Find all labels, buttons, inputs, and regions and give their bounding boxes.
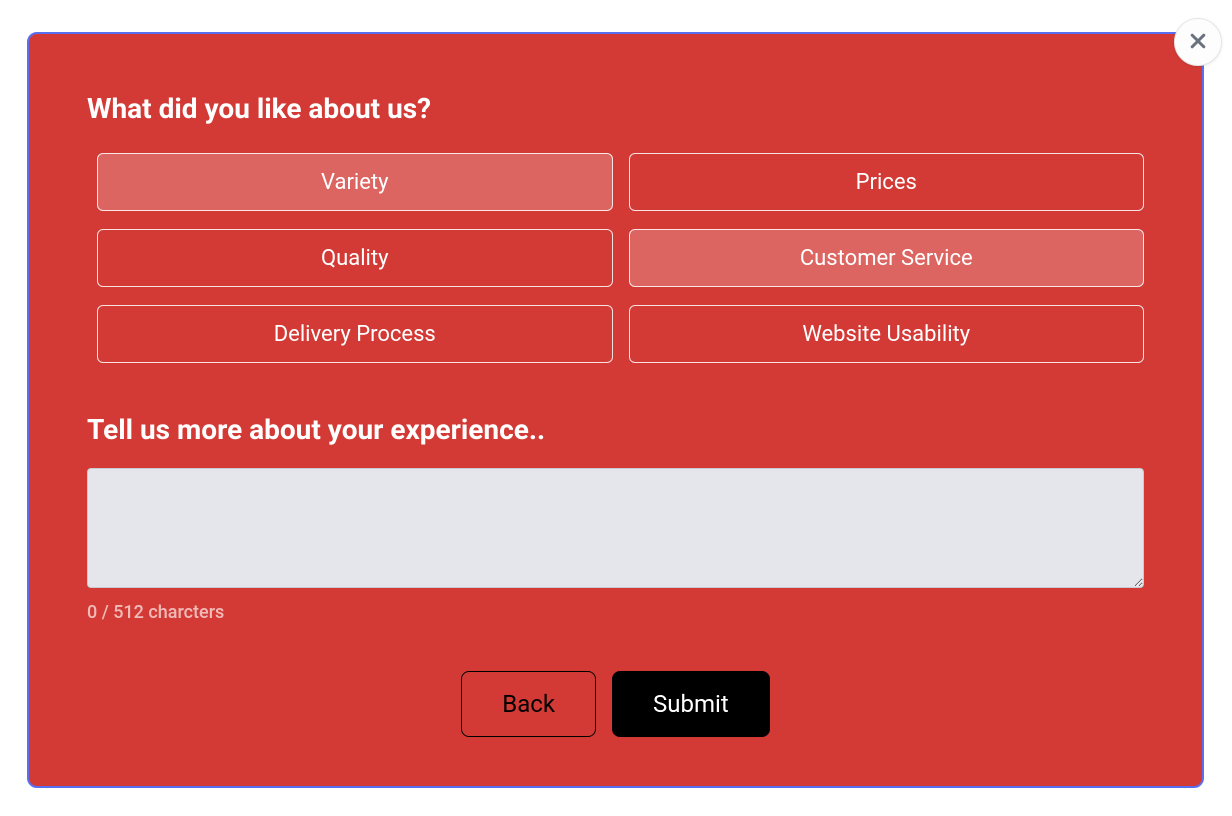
options-grid: Variety Prices Quality Customer Service … [87,153,1144,363]
option-quality[interactable]: Quality [97,229,613,287]
tell-more-heading: Tell us more about your experience.. [87,413,1144,446]
char-counter: 0 / 512 charcters [87,602,1144,623]
feedback-modal: What did you like about us? Variety Pric… [27,32,1204,788]
option-prices[interactable]: Prices [629,153,1145,211]
submit-button[interactable]: Submit [612,671,770,737]
close-button[interactable] [1174,18,1222,66]
option-delivery-process[interactable]: Delivery Process [97,305,613,363]
back-button[interactable]: Back [461,671,596,737]
option-website-usability[interactable]: Website Usability [629,305,1145,363]
option-variety[interactable]: Variety [97,153,613,211]
close-icon [1188,31,1208,54]
actions-row: Back Submit [87,671,1144,737]
feedback-textarea[interactable] [87,468,1144,588]
question-heading: What did you like about us? [87,92,1144,125]
option-customer-service[interactable]: Customer Service [629,229,1145,287]
